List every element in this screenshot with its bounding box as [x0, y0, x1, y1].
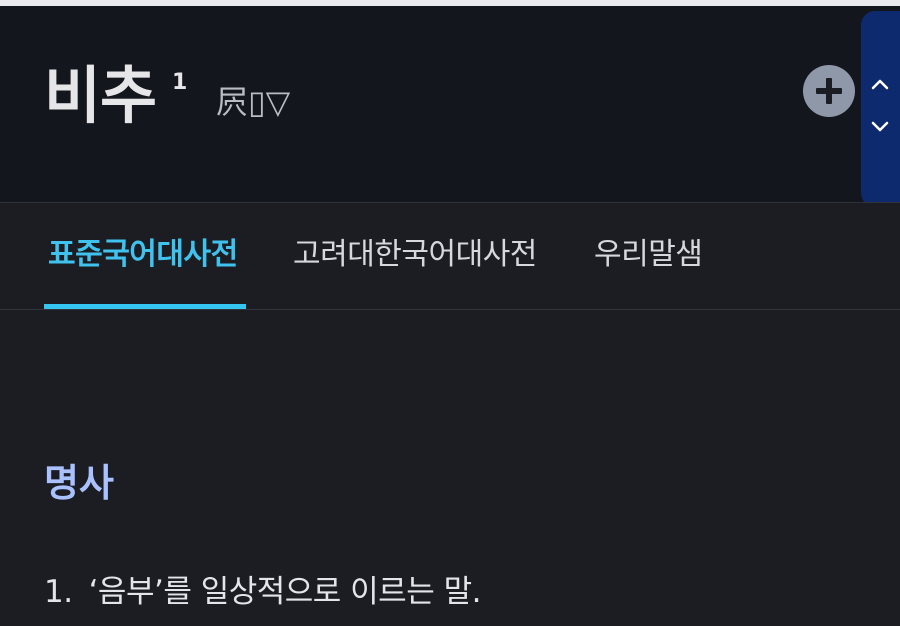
part-of-speech-label: 명사 — [44, 461, 114, 505]
tab-standard-dictionary[interactable]: 표준국어대사전 — [48, 235, 238, 275]
definition-text: ‘음부’를 일상적으로 이르는 말. — [88, 574, 482, 610]
chevron-up-icon[interactable] — [869, 74, 891, 96]
scroll-navigation-panel — [861, 11, 900, 207]
definition-number: 1. — [44, 574, 73, 610]
homonym-number: 1 — [172, 70, 188, 95]
entry-header: 비추 1 屄▯▽ — [0, 6, 900, 202]
hanja-notation: 屄▯▽ — [216, 83, 291, 121]
tabs-divider — [0, 309, 900, 310]
dictionary-tabs: 표준국어대사전 고려대한국어대사전 우리말샘 — [0, 203, 900, 309]
plus-icon — [816, 78, 842, 104]
tab-korea-univ-dictionary[interactable]: 고려대한국어대사전 — [293, 235, 537, 275]
definition-item: 1. ‘음부’를 일상적으로 이르는 말. — [44, 570, 481, 614]
chevron-down-icon[interactable] — [869, 115, 891, 137]
headword: 비추 — [44, 59, 157, 132]
tab-urimalsaem[interactable]: 우리말샘 — [594, 235, 703, 275]
add-to-wordbook-button[interactable] — [803, 65, 855, 117]
